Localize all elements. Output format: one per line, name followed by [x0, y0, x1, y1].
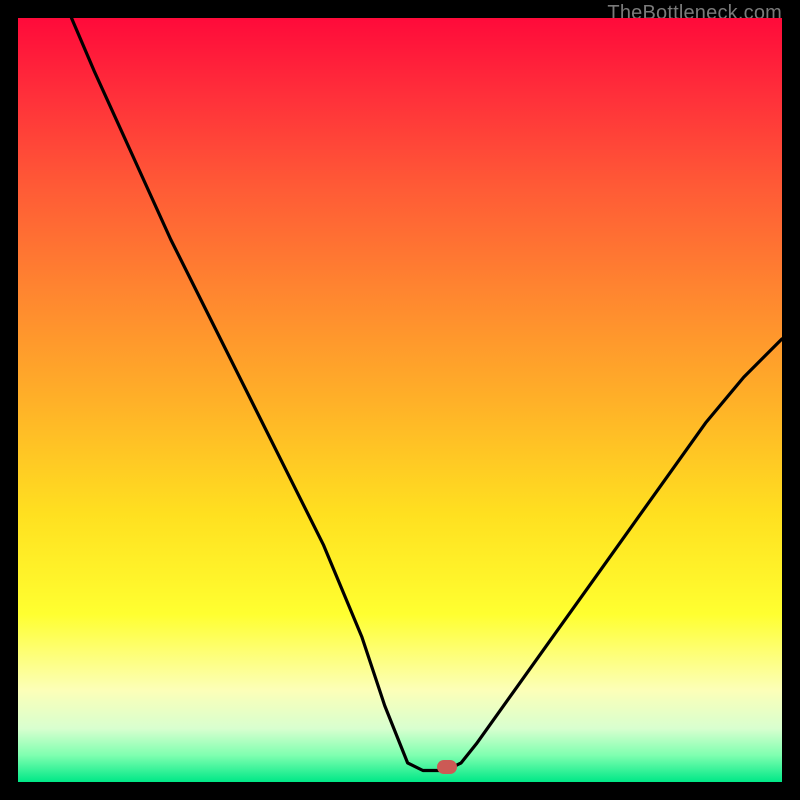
bottleneck-curve — [18, 18, 782, 782]
chart-frame: TheBottleneck.com — [0, 0, 800, 800]
optimal-point-marker — [437, 760, 457, 774]
curve-path — [72, 18, 783, 771]
plot-area — [18, 18, 782, 782]
